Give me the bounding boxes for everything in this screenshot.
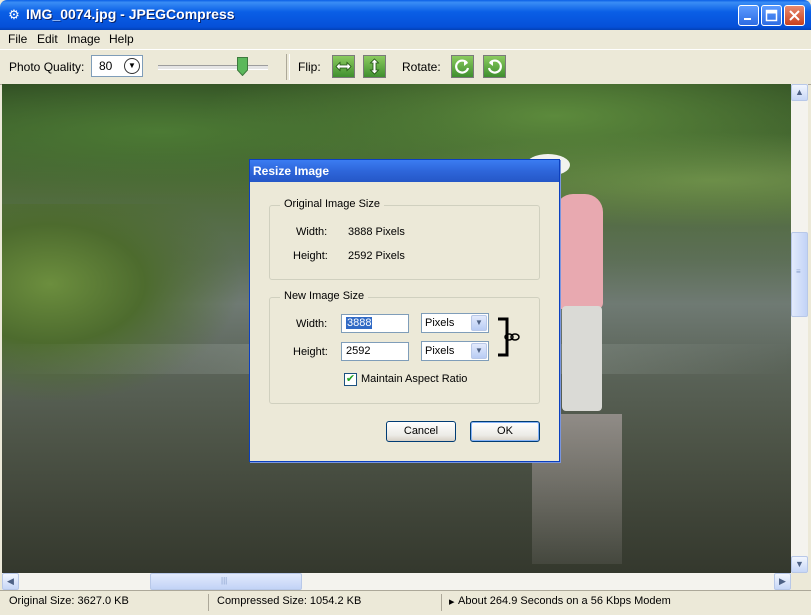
rotate-left-button[interactable] bbox=[451, 55, 474, 78]
original-size-legend: Original Image Size bbox=[280, 198, 384, 210]
photo-person-shirt bbox=[555, 194, 603, 309]
flip-horizontal-icon bbox=[335, 61, 352, 72]
check-mark-icon: ✔ bbox=[345, 373, 356, 385]
scroll-down-button[interactable]: ▼ bbox=[791, 556, 808, 573]
status-bar: Original Size: 3627.0 KB Compressed Size… bbox=[0, 590, 811, 615]
minimize-icon bbox=[744, 18, 751, 20]
maintain-aspect-label[interactable]: Maintain Aspect Ratio bbox=[361, 373, 467, 385]
new-height-input[interactable]: 2592 bbox=[341, 342, 409, 361]
original-width-value: 3888 Pixels bbox=[348, 226, 405, 238]
close-button[interactable] bbox=[784, 5, 805, 26]
vertical-scroll-thumb[interactable]: ≡ bbox=[791, 232, 808, 317]
maximize-icon bbox=[765, 9, 778, 22]
new-height-label: Height: bbox=[293, 346, 328, 358]
original-width-label: Width: bbox=[296, 226, 328, 238]
photo-quality-value: 80 bbox=[99, 59, 113, 73]
chevron-down-icon[interactable]: ▼ bbox=[471, 315, 487, 331]
width-unit-select[interactable]: Pixels ▼ bbox=[421, 313, 489, 333]
menu-bar: File Edit Image Help bbox=[0, 30, 811, 48]
app-icon[interactable]: ⚙ bbox=[6, 7, 22, 23]
rotate-left-icon bbox=[455, 59, 470, 74]
photo-quality-combo[interactable]: 80 ▼ bbox=[91, 55, 143, 77]
new-width-label: Width: bbox=[296, 318, 328, 330]
width-unit-value: Pixels bbox=[425, 317, 455, 329]
scroll-up-button[interactable]: ▲ bbox=[791, 84, 808, 101]
dialog-title-bar[interactable]: Resize Image bbox=[250, 160, 559, 182]
original-height-value: 2592 Pixels bbox=[348, 250, 405, 262]
toolbar: Photo Quality: 80 ▼ Flip: Rotate: bbox=[0, 49, 811, 85]
height-unit-value: Pixels bbox=[425, 345, 455, 357]
flip-vertical-icon bbox=[369, 58, 380, 75]
maintain-aspect-checkbox[interactable]: ✔ bbox=[344, 373, 357, 386]
quality-slider-thumb[interactable] bbox=[237, 57, 249, 76]
flip-horizontal-button[interactable] bbox=[332, 55, 355, 78]
cancel-button[interactable]: Cancel bbox=[386, 421, 456, 442]
new-width-value: 3888 bbox=[346, 317, 373, 329]
original-height-label: Height: bbox=[293, 250, 328, 262]
photo-quality-label: Photo Quality: bbox=[9, 60, 85, 74]
new-width-input[interactable]: 3888 bbox=[341, 314, 409, 333]
rotate-right-button[interactable] bbox=[483, 55, 506, 78]
status-separator bbox=[208, 594, 209, 611]
title-bar[interactable]: ⚙ IMG_0074.jpg - JPEGCompress bbox=[0, 0, 811, 30]
resize-image-dialog: Resize Image Original Image Size Width: … bbox=[249, 159, 560, 462]
horizontal-scroll-thumb[interactable]: ||| bbox=[150, 573, 302, 590]
vertical-scrollbar[interactable]: ▲ ≡ ▼ bbox=[791, 84, 808, 573]
menu-edit[interactable]: Edit bbox=[37, 32, 58, 46]
link-chain-icon[interactable] bbox=[495, 317, 525, 357]
chevron-down-icon[interactable]: ▼ bbox=[124, 58, 140, 74]
horizontal-scrollbar[interactable]: ◀ ||| ▶ bbox=[2, 573, 791, 590]
menu-image[interactable]: Image bbox=[67, 32, 100, 46]
dialog-title: Resize Image bbox=[253, 164, 330, 178]
rotate-right-icon bbox=[487, 59, 502, 74]
maximize-button[interactable] bbox=[761, 5, 782, 26]
chevron-down-icon[interactable]: ▼ bbox=[471, 343, 487, 359]
toolbar-separator bbox=[286, 54, 290, 80]
new-height-value: 2592 bbox=[346, 345, 371, 357]
minimize-button[interactable] bbox=[738, 5, 759, 26]
flip-vertical-button[interactable] bbox=[363, 55, 386, 78]
photo-person-pants bbox=[562, 306, 602, 411]
status-download-time: About 264.9 Seconds on a 56 Kbps Modem bbox=[458, 595, 671, 607]
ok-button[interactable]: OK bbox=[470, 421, 540, 442]
original-size-group: Original Image Size Width: 3888 Pixels H… bbox=[269, 198, 540, 280]
menu-help[interactable]: Help bbox=[109, 32, 134, 46]
status-compressed-size: Compressed Size: 1054.2 KB bbox=[217, 595, 362, 607]
menu-file[interactable]: File bbox=[8, 32, 27, 46]
flip-label: Flip: bbox=[298, 60, 321, 74]
quality-slider-track[interactable] bbox=[158, 65, 268, 70]
status-original-size: Original Size: 3627.0 KB bbox=[9, 595, 129, 607]
photo-grass bbox=[2, 204, 242, 404]
height-unit-select[interactable]: Pixels ▼ bbox=[421, 341, 489, 361]
status-arrow-icon: ▸ bbox=[449, 596, 455, 608]
status-separator bbox=[441, 594, 442, 611]
window-title: IMG_0074.jpg - JPEGCompress bbox=[26, 6, 235, 22]
new-size-legend: New Image Size bbox=[280, 290, 369, 302]
scroll-left-button[interactable]: ◀ bbox=[2, 573, 19, 590]
close-icon bbox=[789, 10, 800, 21]
scroll-right-button[interactable]: ▶ bbox=[774, 573, 791, 590]
rotate-label: Rotate: bbox=[402, 60, 441, 74]
